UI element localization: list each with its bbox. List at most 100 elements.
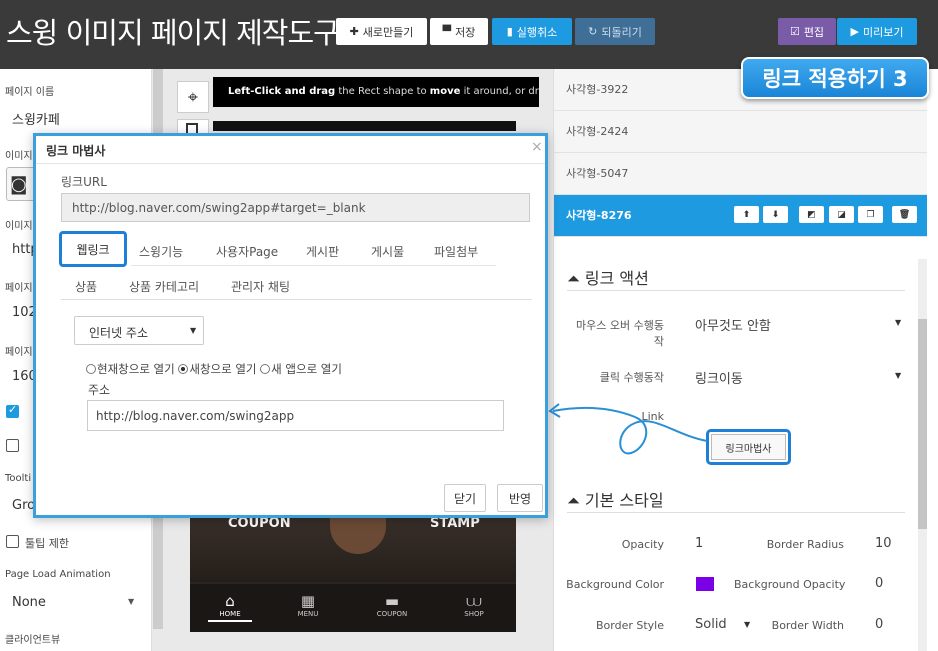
- bg-color-swatch[interactable]: [696, 577, 714, 591]
- link-wizard-button[interactable]: 링크마법사: [711, 434, 786, 460]
- mouseover-select[interactable]: 아무것도 안함: [695, 315, 771, 334]
- mouseover-label-2: 작: [653, 335, 664, 348]
- bg-opacity-value[interactable]: 0: [875, 576, 883, 591]
- save-icon: ▀: [442, 25, 452, 38]
- radio-icon: [260, 364, 271, 374]
- open-mode-group: 현재창으로 열기 새창으로 열기 새 앱으로 열기: [86, 361, 342, 377]
- close-button[interactable]: 닫기: [444, 484, 486, 512]
- shape-item[interactable]: 사각형-2424: [554, 111, 927, 153]
- link-section-title[interactable]: ⏶ 링크 액션: [567, 265, 649, 289]
- page-name-label: 페이지 이름: [5, 87, 55, 98]
- client-view-label: 클라이언트뷰: [5, 635, 61, 646]
- tab-attachment[interactable]: 파일첨부: [434, 243, 478, 260]
- bg-opacity-label: Background Opacity: [734, 578, 846, 591]
- tooltip-limit-checkbox[interactable]: [6, 535, 19, 548]
- coupon-text: COUPON: [228, 516, 291, 531]
- address-field[interactable]: http://blog.naver.com/swing2app: [87, 400, 504, 431]
- nav-home[interactable]: ⌂ HOME: [208, 592, 252, 622]
- close-icon[interactable]: ×: [531, 139, 543, 155]
- basket-icon: ⩊: [466, 592, 482, 610]
- tooltip-value[interactable]: Gro: [12, 498, 35, 513]
- down-icon[interactable]: ⬇: [763, 206, 788, 223]
- radio-current-window[interactable]: 현재창으로 열기: [86, 362, 175, 376]
- tab-admin-chat[interactable]: 관리자 채팅: [231, 278, 290, 295]
- chevron-down-icon: ▼: [190, 326, 197, 335]
- tab-user-page[interactable]: 사용자Page: [216, 243, 278, 260]
- basic-style-title[interactable]: ⏶ 기본 스타일: [567, 487, 664, 511]
- radio-checked-icon: [178, 364, 189, 374]
- link-wizard-highlight: 링크마법사: [706, 429, 791, 465]
- address-label: 주소: [88, 383, 111, 397]
- divider: [567, 290, 905, 291]
- up-icon[interactable]: ⬆: [734, 206, 759, 223]
- arrow-path: [552, 406, 708, 455]
- opacity-label: Opacity: [621, 538, 664, 551]
- crosshair-icon[interactable]: ⌖: [177, 81, 209, 113]
- image-upload[interactable]: ◙: [6, 167, 36, 201]
- chevron-up-icon: ⏶: [567, 269, 580, 288]
- shape-item-selected[interactable]: 사각형-8276 ⬆ ⬇ ◩ ◪ ❐ 🗑: [554, 195, 927, 237]
- tab-swing-function[interactable]: 스윙기능: [139, 243, 183, 260]
- shape-item[interactable]: 사각형-5047: [554, 153, 927, 195]
- nav-shop[interactable]: ⩊ SHOP: [452, 592, 496, 618]
- tab-product-category[interactable]: 상품 카테고리: [129, 278, 199, 295]
- right-scrollbar-track: [918, 259, 927, 651]
- page-name-value[interactable]: 스윙카페: [12, 109, 60, 128]
- border-radius-label: Border Radius: [766, 538, 844, 551]
- chevron-up-icon: ⏶: [567, 491, 580, 510]
- phone-preview: COUPON STAMP ⌂ HOME ▦ MENU ▬ COUPON ⩊ SHOP: [190, 514, 516, 632]
- chevron-down-icon: ▼: [895, 371, 902, 380]
- redo-button[interactable]: ↻ 되돌리기: [575, 18, 655, 45]
- camera-icon: ◙: [10, 174, 28, 195]
- border-width-label: Border Width: [771, 619, 844, 632]
- opacity-value[interactable]: 1: [695, 536, 703, 551]
- checkbox-unchecked[interactable]: [6, 439, 19, 452]
- border-style-label: Border Style: [595, 619, 664, 632]
- page-load-animation-label: Page Load Animation: [5, 569, 111, 580]
- right-scrollbar[interactable]: [918, 319, 927, 529]
- bottom-nav: ⌂ HOME ▦ MENU ▬ COUPON ⩊ SHOP: [190, 584, 516, 632]
- new-button[interactable]: ✚ 새로만들기: [336, 18, 427, 45]
- undo-button[interactable]: ▮ 실행취소: [492, 18, 572, 45]
- edit-icon: ☑: [789, 25, 800, 38]
- click-label: 클릭 수행동작: [599, 371, 664, 384]
- border-width-value[interactable]: 0: [875, 617, 883, 632]
- border-radius-value[interactable]: 10: [875, 536, 892, 551]
- radio-icon: [86, 364, 96, 374]
- link-type-select[interactable]: 인터넷 주소 ▼: [74, 316, 204, 345]
- edit-button[interactable]: ☑ 편집: [778, 18, 836, 45]
- page-load-animation-value[interactable]: None: [12, 595, 46, 610]
- save-button[interactable]: ▀ 저장: [430, 18, 488, 45]
- radio-new-window[interactable]: 새창으로 열기: [178, 362, 257, 376]
- radio-new-app[interactable]: 새 앱으로 열기: [260, 362, 342, 376]
- image-label-2: 이미지: [5, 221, 33, 232]
- tab-product[interactable]: 상품: [75, 278, 97, 295]
- home-icon: ⌂: [225, 592, 235, 610]
- bg-color-label: Background Color: [566, 578, 664, 591]
- refresh-icon: ↻: [588, 25, 598, 38]
- preview-button[interactable]: ▶ 미리보기: [837, 18, 917, 45]
- tab-board[interactable]: 게시판: [306, 243, 339, 260]
- layer-front-icon[interactable]: ◪: [829, 206, 854, 223]
- divider: [567, 512, 905, 513]
- modal-title: 링크 마법사: [46, 144, 106, 158]
- callout-label: 링크 적용하기 3: [741, 57, 929, 99]
- layer-back-icon[interactable]: ◩: [799, 206, 824, 223]
- copy-icon[interactable]: ❐: [858, 206, 883, 223]
- nav-coupon[interactable]: ▬ COUPON: [370, 592, 414, 618]
- tab-post[interactable]: 게시물: [371, 243, 404, 260]
- border-style-select[interactable]: Solid: [695, 617, 727, 632]
- coupon-icon: ▬: [384, 592, 400, 610]
- trash-icon: ▮: [506, 25, 513, 38]
- url-field[interactable]: http://blog.naver.com/swing2app#target=_…: [61, 193, 530, 222]
- nav-menu[interactable]: ▦ MENU: [286, 592, 330, 618]
- delete-icon[interactable]: 🗑: [892, 206, 917, 223]
- click-select[interactable]: 링크이동: [695, 368, 743, 387]
- checkbox-checked[interactable]: ✓: [6, 403, 19, 418]
- mouseover-label: 마우스 오버 수행동: [576, 319, 664, 332]
- check-icon: ✓: [8, 403, 18, 416]
- chevron-down-icon: ▼: [128, 597, 135, 606]
- canvas-hint: Left-Click and drag the Rect shape to mo…: [213, 77, 539, 107]
- tab-web-link[interactable]: 웹링크: [59, 231, 127, 267]
- apply-button[interactable]: 반영: [497, 484, 543, 512]
